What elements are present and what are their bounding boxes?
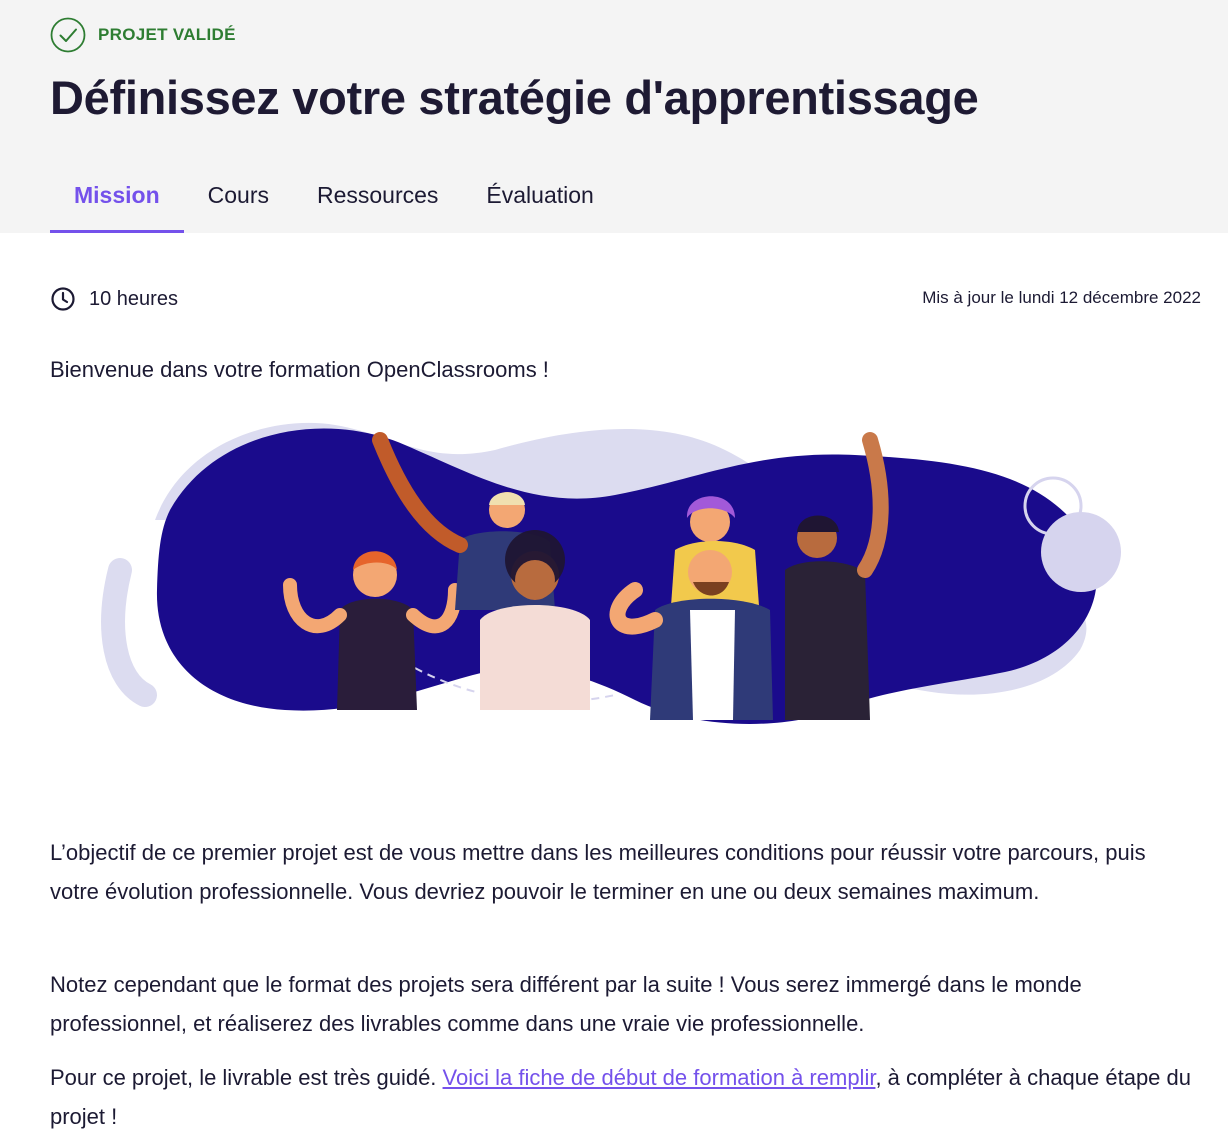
check-circle-icon	[50, 17, 86, 53]
tab-bar: Mission Cours Ressources Évaluation	[50, 160, 618, 233]
project-header: PROJET VALIDÉ Définissez votre stratégie…	[0, 0, 1228, 233]
format-paragraph: Notez cependant que le format des projet…	[50, 972, 1082, 1036]
page-title: Définissez votre stratégie d'apprentissa…	[50, 71, 979, 124]
tab-mission[interactable]: Mission	[50, 160, 184, 233]
welcome-illustration	[101, 422, 1121, 724]
tab-evaluation[interactable]: Évaluation	[462, 160, 617, 233]
intro-paragraph: L’objectif de ce premier projet est de v…	[50, 840, 1146, 904]
tab-ressources[interactable]: Ressources	[293, 160, 462, 233]
deliverable-paragraph: Pour ce projet, le livrable est très gui…	[50, 1059, 1200, 1136]
tab-cours[interactable]: Cours	[184, 160, 293, 233]
duration-info: 10 heures	[50, 286, 178, 312]
clock-icon	[51, 287, 75, 311]
last-updated: Mis à jour le lundi 12 décembre 2022	[922, 288, 1201, 307]
form-link[interactable]: Voici la fiche de début de formation à r…	[443, 1065, 876, 1090]
deliverable-text-before: Pour ce projet, le livrable est très gui…	[50, 1065, 443, 1090]
status-badge-label: PROJET VALIDÉ	[98, 25, 236, 44]
duration-text: 10 heures	[89, 287, 178, 310]
status-badge: PROJET VALIDÉ	[50, 17, 236, 53]
welcome-text: Bienvenue dans votre formation OpenClass…	[50, 357, 549, 382]
